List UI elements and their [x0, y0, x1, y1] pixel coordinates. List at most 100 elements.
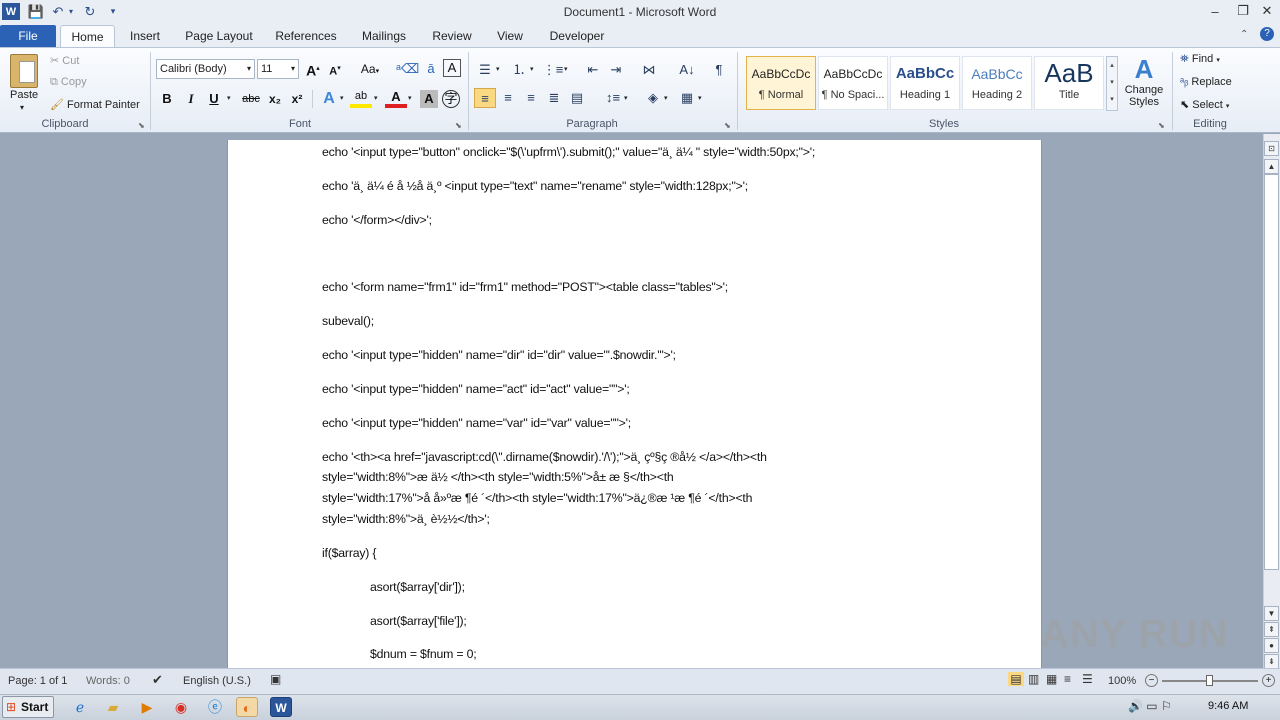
text-effects-button[interactable]: A — [318, 89, 340, 109]
proofing-icon[interactable]: ✔ — [152, 672, 163, 688]
font-color-button[interactable]: A — [385, 89, 407, 108]
borders-icon[interactable]: ▦ — [676, 88, 698, 108]
underline-dropdown-icon[interactable]: ▾ — [227, 94, 231, 102]
word-taskbar-icon[interactable]: W — [270, 697, 292, 717]
shading-dropdown-icon[interactable]: ▾ — [664, 94, 668, 102]
macro-recording-icon[interactable]: ▣ — [270, 672, 281, 686]
copy-button[interactable]: ⧉ Copy — [50, 76, 87, 89]
select-browse-object-icon[interactable]: ● — [1264, 638, 1279, 653]
distributed-icon[interactable]: ▤ — [566, 88, 588, 108]
next-page-icon[interactable]: ⇟ — [1264, 654, 1279, 669]
numbering-icon[interactable]: ⒈ — [508, 60, 530, 80]
show-formatting-marks-icon[interactable]: ¶ — [708, 60, 730, 80]
previous-page-icon[interactable]: ⇞ — [1264, 622, 1279, 637]
highlight-dropdown-icon[interactable]: ▾ — [374, 94, 378, 102]
character-border-icon[interactable]: A — [443, 59, 461, 77]
ruler-toggle-icon[interactable]: ⊡ — [1264, 141, 1279, 156]
cut-button[interactable]: ✂ Cut — [50, 54, 79, 67]
help-icon[interactable]: ? — [1260, 27, 1274, 41]
align-left-icon[interactable]: ≡ — [474, 88, 496, 108]
zoom-in-icon[interactable]: + — [1262, 674, 1275, 687]
numbering-dropdown-icon[interactable]: ▾ — [530, 65, 534, 73]
bullets-icon[interactable]: ☰ — [474, 60, 496, 80]
media-player-icon[interactable]: ▶ — [136, 697, 158, 717]
clock[interactable]: 9:46 AM — [1208, 700, 1248, 712]
paste-button-label[interactable]: Paste — [10, 89, 38, 101]
italic-button[interactable]: I — [180, 89, 202, 109]
style-heading-1[interactable]: AaBbCc Heading 1 — [890, 56, 960, 110]
minimize-button[interactable]: – — [1200, 0, 1230, 22]
text-effects-dropdown-icon[interactable]: ▾ — [340, 94, 344, 102]
sort-icon[interactable]: A↓ — [676, 60, 698, 80]
tab-developer[interactable]: Developer — [544, 25, 610, 48]
bullets-dropdown-icon[interactable]: ▾ — [496, 65, 500, 73]
zoom-out-icon[interactable]: − — [1145, 674, 1158, 687]
tab-file[interactable]: File — [0, 25, 56, 48]
close-button[interactable]: ✕ — [1252, 0, 1280, 22]
full-screen-reading-icon[interactable]: ▥ — [1028, 672, 1039, 686]
increase-indent-icon[interactable]: ⇥ — [605, 60, 627, 80]
bold-button[interactable]: B — [156, 89, 178, 109]
strikethrough-button[interactable]: abc — [238, 89, 264, 109]
style-heading-2[interactable]: AaBbCc Heading 2 — [962, 56, 1032, 110]
tray-icons[interactable]: 🔊 ▭ ⚐ — [1128, 699, 1172, 713]
web-layout-icon[interactable]: ▦ — [1046, 672, 1057, 686]
paragraph-launcher-icon[interactable]: ⬊ — [724, 121, 731, 130]
styles-gallery-scroll[interactable]: ▴ ▾ ▾ — [1106, 56, 1118, 111]
styles-launcher-icon[interactable]: ⬊ — [1158, 121, 1165, 130]
change-styles-button[interactable]: A Change Styles — [1124, 54, 1164, 108]
chevron-down-icon[interactable]: ▾ — [291, 60, 298, 78]
clipboard-launcher-icon[interactable]: ⬊ — [138, 121, 145, 130]
tab-page-layout[interactable]: Page Layout — [180, 25, 258, 48]
format-painter-button[interactable]: 🖌 Format Painter — [50, 98, 140, 111]
decrease-indent-icon[interactable]: ⇤ — [582, 60, 604, 80]
scroll-up-icon[interactable]: ▲ — [1264, 159, 1279, 174]
zoom-level[interactable]: 100% — [1108, 675, 1136, 687]
shading-icon[interactable]: ◈ — [642, 88, 664, 108]
highlight-button[interactable]: ab — [350, 89, 372, 108]
chrome-icon[interactable]: ◉ — [170, 697, 192, 717]
borders-dropdown-icon[interactable]: ▾ — [698, 94, 702, 102]
subscript-button[interactable]: x₂ — [264, 89, 286, 109]
word-count[interactable]: Words: 0 — [86, 675, 130, 687]
print-layout-icon[interactable]: ▤ — [1008, 672, 1024, 686]
superscript-button[interactable]: x² — [286, 89, 308, 109]
tab-home[interactable]: Home — [60, 25, 115, 48]
style-no-spacing[interactable]: AaBbCcDc ¶ No Spaci... — [818, 56, 888, 110]
character-shading-icon[interactable]: A — [420, 90, 438, 108]
style-normal[interactable]: AaBbCcDc ¶ Normal — [746, 56, 816, 110]
font-name-combo[interactable]: Calibri (Body) ▾ — [156, 59, 255, 79]
grow-font-button[interactable]: A▴ — [302, 59, 324, 79]
firefox-icon[interactable]: ◐ — [236, 697, 258, 717]
page-count[interactable]: Page: 1 of 1 — [8, 675, 67, 687]
scroll-thumb[interactable] — [1264, 174, 1279, 570]
font-color-dropdown-icon[interactable]: ▾ — [408, 94, 412, 102]
line-spacing-icon[interactable]: ↕≡ — [602, 88, 624, 108]
chevron-down-icon[interactable]: ▾ — [247, 60, 254, 78]
language-indicator[interactable]: English (U.S.) — [183, 675, 251, 687]
multilevel-list-icon[interactable]: ⋮≡ — [542, 60, 564, 80]
change-case-button[interactable]: Aa▾ — [356, 59, 384, 79]
font-size-combo[interactable]: 11 ▾ — [257, 59, 299, 79]
phonetic-guide-icon[interactable]: ā — [420, 59, 442, 79]
style-title[interactable]: AaB Title — [1034, 56, 1104, 110]
select-button[interactable]: ⬉ Select ▾ — [1180, 98, 1229, 111]
scroll-down-icon[interactable]: ▼ — [1264, 606, 1279, 621]
tab-insert[interactable]: Insert — [122, 25, 168, 48]
shrink-font-button[interactable]: A▾ — [324, 59, 346, 79]
edge-icon[interactable]: ⓔ — [204, 697, 226, 717]
clear-formatting-icon[interactable]: ᵃ⌫ — [396, 59, 419, 79]
tab-mailings[interactable]: Mailings — [354, 25, 414, 48]
minimize-ribbon-icon[interactable]: ⌃ — [1240, 29, 1248, 40]
paste-icon[interactable] — [10, 54, 38, 88]
font-launcher-icon[interactable]: ⬊ — [455, 121, 462, 130]
tab-review[interactable]: Review — [426, 25, 478, 48]
enclose-characters-icon[interactable]: 字 — [442, 90, 460, 108]
zoom-slider-thumb[interactable] — [1206, 675, 1213, 686]
folder-icon[interactable]: ▰ — [102, 697, 124, 717]
outline-icon[interactable]: ≡ — [1064, 672, 1071, 686]
tab-view[interactable]: View — [490, 25, 530, 48]
underline-button[interactable]: U — [203, 89, 225, 109]
align-center-icon[interactable]: ≡ — [497, 88, 519, 108]
align-right-icon[interactable]: ≡ — [520, 88, 542, 108]
